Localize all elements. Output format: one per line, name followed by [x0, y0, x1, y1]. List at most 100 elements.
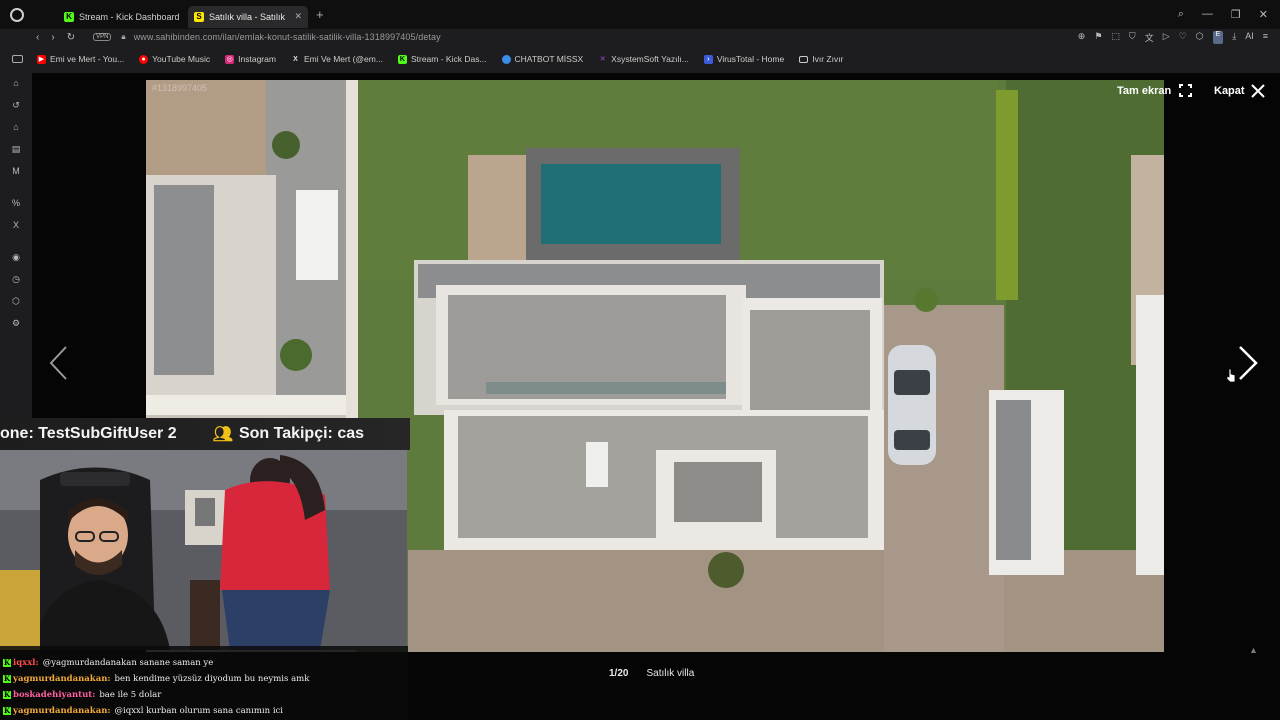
search-tabs-icon[interactable]: ⌕ — [1178, 8, 1184, 21]
previous-photo-arrow-icon[interactable] — [48, 345, 68, 381]
bookmark-label: Ivır Zıvır — [812, 54, 844, 64]
home-icon[interactable]: ⌂ — [11, 78, 22, 89]
bookmark-icon[interactable]: ⚑ — [1094, 31, 1102, 44]
bookmark-label: CHATBOT MİSSX — [514, 54, 584, 64]
reload-icon[interactable]: ↻ — [67, 32, 75, 43]
bookmark-label: YouTube Music — [152, 54, 211, 64]
url-field[interactable]: www.sahibinden.com/ilan/emlak-konut-sati… — [134, 32, 441, 42]
folder-icon — [799, 55, 809, 63]
sidebar: ⌂ ↺ ⌂ ▤ M % X ◉ ◷ ⬡ ⚙ — [0, 73, 32, 423]
bookmarks-bar: ▶ Emi ve Mert - You... ● YouTube Music ◎ In… — [0, 45, 1280, 73]
bookmark-item[interactable]: K Stream - Kick Das... — [397, 54, 487, 64]
next-photo-arrow-icon[interactable] — [1238, 345, 1258, 381]
photo-id-watermark: #1318997405 — [152, 83, 208, 93]
clock-icon[interactable]: ◷ — [11, 274, 22, 285]
lock-icon[interactable]: 🔒︎ — [121, 32, 125, 42]
history-icon[interactable]: ↺ — [11, 100, 22, 111]
scroll-top-icon[interactable]: ▲ — [1249, 645, 1258, 655]
aria-icon[interactable]: ⌂ — [11, 122, 22, 133]
virustotal-icon: › — [703, 54, 713, 64]
bookmark-item[interactable]: X Emi Ve Mert (@em... — [291, 54, 383, 64]
kick-badge-icon: K — [3, 706, 11, 715]
kick-icon: K — [64, 11, 74, 22]
webcam-overlay — [0, 450, 407, 650]
download-icon[interactable]: ⤓ — [1232, 31, 1236, 44]
instagram-icon: ◎ — [225, 54, 235, 64]
bookmark-label: Emi Ve Mert (@em... — [303, 54, 383, 64]
photo-index: 1/20 — [609, 668, 629, 679]
percent-icon[interactable]: % — [11, 198, 22, 209]
address-bar: ‹ › ↻ VPN 🔒︎ www.sahibinden.com/ilan/eml… — [0, 29, 1280, 45]
chat-message — [3, 646, 408, 655]
chat-message: K yagmurdandanakan: @iqxxl kurban olurum… — [3, 703, 408, 719]
bookmark-item[interactable]: ◎ Instagram — [225, 54, 276, 64]
bookmark-item[interactable]: CHATBOT MİSSX — [501, 54, 584, 64]
tab-label: Satılık villa - Satılık Villa İla — [209, 11, 287, 22]
fullscreen-button[interactable]: Tam ekran — [1117, 84, 1193, 97]
bookmark-label: XsystemSoft Yazılı... — [611, 54, 689, 64]
bookmark-label: Stream - Kick Das... — [410, 54, 487, 64]
x-icon[interactable]: X — [11, 220, 22, 231]
chat-text: bae ile 5 dolar — [99, 690, 162, 700]
chat-username: iqxxl: — [13, 658, 39, 668]
translate-icon[interactable]: 文 — [1145, 31, 1154, 44]
bookmark-item[interactable]: ✕ XsystemSoft Yazılı... — [598, 54, 689, 64]
minimize-icon[interactable]: — — [1202, 8, 1213, 21]
chat-username: yagmurdandanakan: — [13, 706, 111, 716]
shield-icon[interactable]: ⛉ — [1129, 31, 1136, 44]
bookmark-item[interactable]: › VirusTotal - Home — [703, 54, 785, 64]
back-icon[interactable]: ‹ — [36, 32, 39, 43]
bookmark-item[interactable]: ▶ Emi ve Mert - You... — [37, 54, 124, 64]
chat-username: boskadehiyantut: — [13, 690, 96, 700]
mouse-cursor-icon — [1226, 368, 1236, 382]
tab-sahibinden[interactable]: S Satılık villa - Satılık Villa İla ✕ — [188, 5, 308, 28]
extensions-icon[interactable]: ⬡ — [11, 296, 22, 307]
heart-icon[interactable]: ♡ — [1179, 31, 1187, 44]
forward-icon[interactable]: › — [51, 32, 54, 43]
bookmark-label: Instagram — [238, 54, 276, 64]
chat-message: K yagmurdandanakan: ben kendime yüzsüz d… — [3, 671, 408, 687]
settings-icon[interactable]: ⚙ — [11, 318, 22, 329]
chat-message: K iqxxl: @yagmurdandanakan sanane saman … — [3, 655, 408, 671]
close-icon — [1250, 84, 1265, 98]
new-tab-icon[interactable]: + — [316, 7, 324, 22]
fullscreen-label: Tam ekran — [1117, 84, 1172, 97]
close-viewer-button[interactable]: Kapat — [1214, 84, 1265, 98]
snapshot-icon[interactable]: ⬚ — [1111, 31, 1120, 44]
play-icon[interactable]: ▷ — [1163, 31, 1170, 44]
stream-chat: K iqxxl: @yagmurdandanakan sanane saman … — [0, 646, 408, 720]
chat-message: K boskadehiyantut: bae ile 5 dolar — [3, 687, 408, 703]
chat-text: @yagmurdandanakan sanane saman ye — [42, 658, 214, 668]
tab-kick-dashboard[interactable]: K Stream - Kick Dashboard — [58, 6, 188, 28]
chat-text: ben kendime yüzsüz diyodum bu neymis amk — [114, 674, 310, 684]
bookmark-item[interactable]: ● YouTube Music — [139, 54, 210, 64]
restore-icon[interactable]: ❐ — [1231, 8, 1241, 21]
tab-close-icon[interactable]: ✕ — [294, 11, 302, 22]
tab-label: Stream - Kick Dashboard — [79, 11, 180, 22]
x-icon: X — [293, 55, 298, 63]
kick-badge-icon: K — [3, 674, 11, 683]
extension-e-icon[interactable]: E — [1212, 30, 1224, 44]
bookmark-label: Emi ve Mert - You... — [50, 54, 125, 64]
speed-dial-icon[interactable] — [12, 55, 23, 63]
sahibinden-icon: S — [194, 11, 204, 22]
photo-counter: 1/20 Satılık villa — [609, 668, 694, 679]
kick-badge-icon: K — [3, 658, 11, 667]
stream-ticker: one: TestSubGiftUser 2 👥︎ Son Takipçi: c… — [0, 418, 410, 450]
messenger-icon[interactable]: M — [11, 166, 22, 177]
zoom-icon[interactable]: ⊕ — [1078, 31, 1086, 44]
bookmark-folder[interactable]: Ivır Zıvır — [799, 54, 843, 64]
close-window-icon[interactable]: ✕ — [1259, 8, 1268, 21]
menu-icon[interactable]: ≡ — [1263, 31, 1268, 44]
youtube-icon: ▶ — [37, 54, 46, 64]
photo-caption: Satılık villa — [646, 668, 695, 679]
vpn-badge[interactable]: VPN — [93, 33, 112, 41]
opera-logo-icon[interactable] — [10, 7, 24, 22]
player-icon[interactable]: ◉ — [11, 252, 22, 263]
bookmark-label: VirusTotal - Home — [716, 54, 785, 64]
globe-icon — [501, 54, 511, 64]
extensions-icon[interactable]: ⬡ — [1196, 31, 1204, 44]
ai-button[interactable]: AI — [1245, 31, 1254, 44]
ticker-right-text: Son Takipçi: cas — [238, 425, 365, 442]
wallet-icon[interactable]: ▤ — [11, 144, 22, 155]
